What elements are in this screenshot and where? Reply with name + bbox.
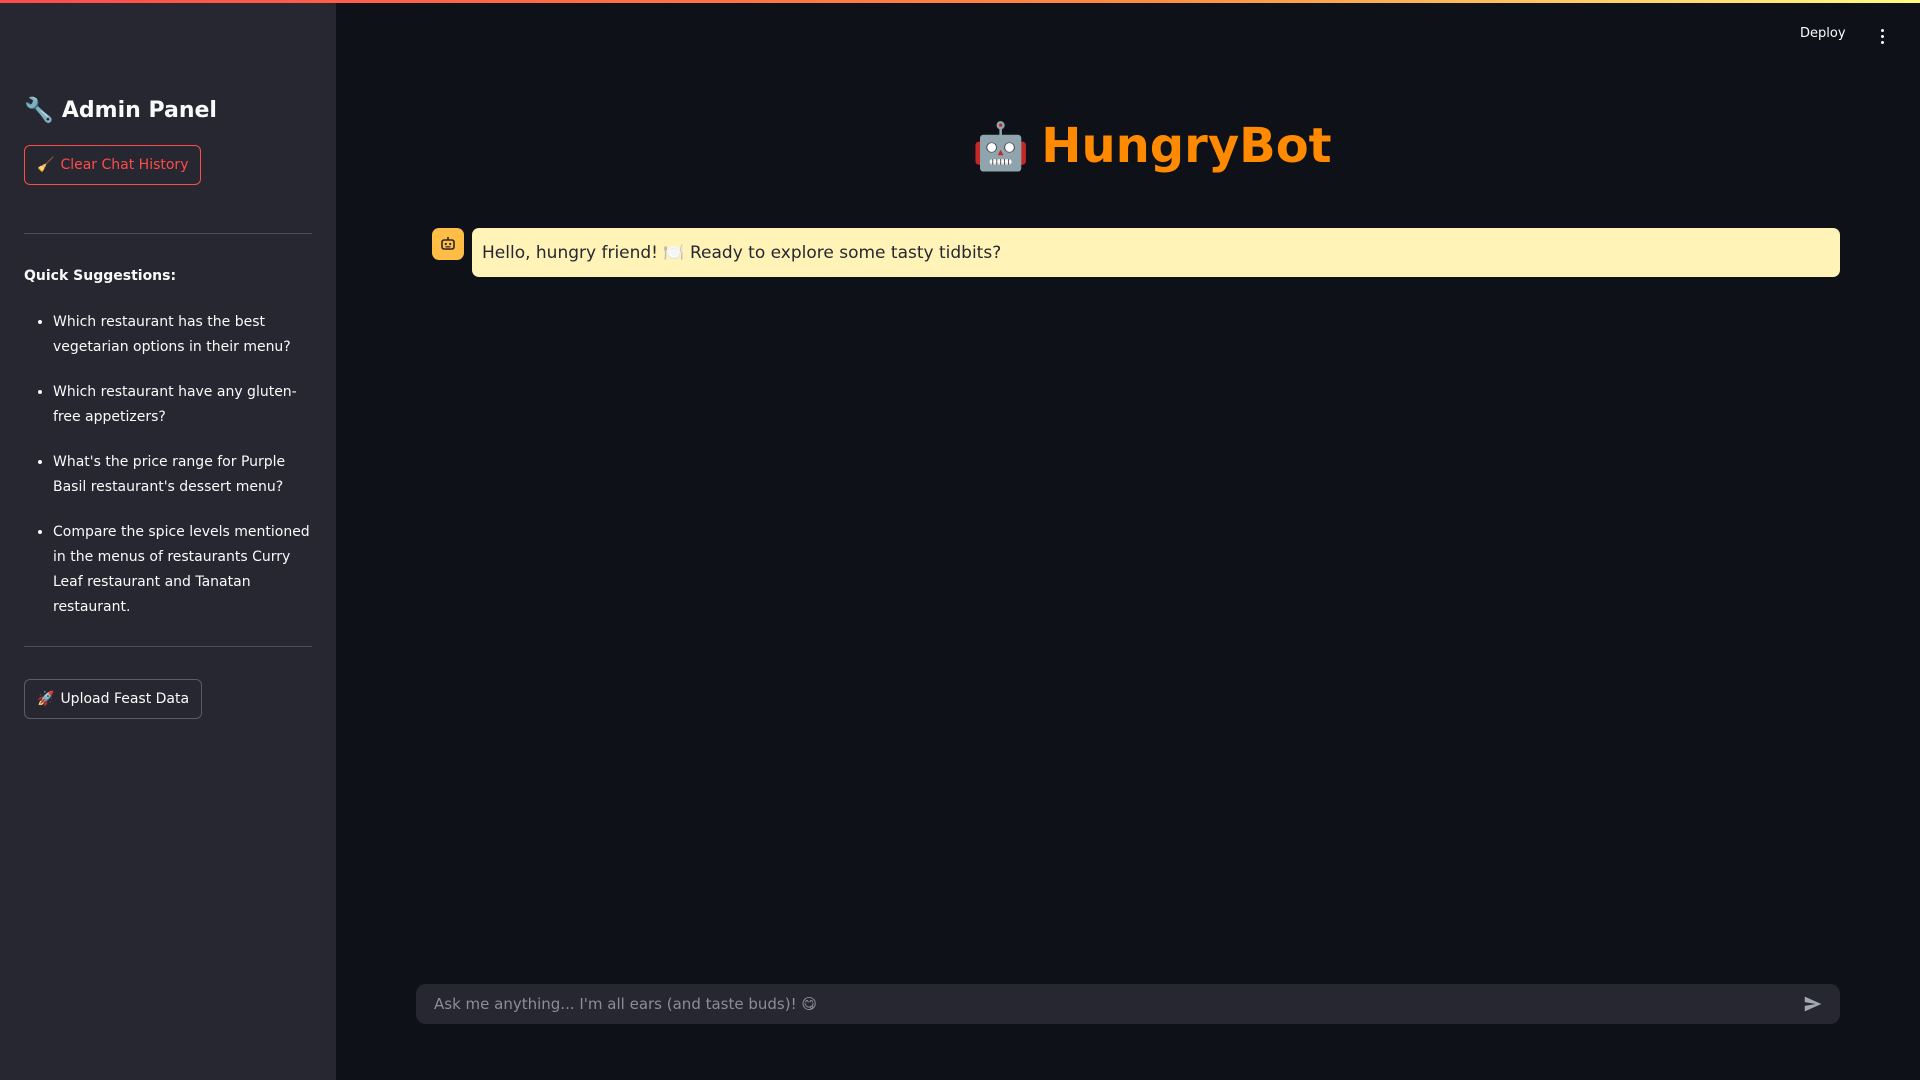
assistant-message: Hello, hungry friend! 🍽️ Ready to explor…	[472, 228, 1840, 277]
sidebar-divider	[24, 233, 312, 234]
sidebar: 🔧 Admin Panel 🧹 Clear Chat History Quick…	[0, 0, 336, 1080]
upload-feast-data-button[interactable]: 🚀 Upload Feast Data	[24, 679, 203, 719]
chat-input-container	[416, 984, 1840, 1024]
assistant-message-text: Hello, hungry friend! 🍽️ Ready to explor…	[482, 242, 1002, 263]
clear-chat-history-label: Clear Chat History	[60, 157, 189, 173]
upload-feast-data-label: Upload Feast Data	[60, 691, 190, 707]
top-decoration-bar	[0, 0, 1920, 3]
clear-chat-history-button[interactable]: 🧹 Clear Chat History	[24, 145, 202, 185]
suggestion-item: Compare the spice levels mentioned in th…	[53, 520, 316, 620]
wrench-icon: 🔧	[24, 96, 54, 124]
chat-input[interactable]	[432, 994, 1802, 1014]
sidebar-title: 🔧 Admin Panel	[24, 96, 217, 124]
quick-suggestions-heading: Quick Suggestions:	[24, 268, 177, 284]
main-menu-icon[interactable]	[1874, 24, 1890, 48]
suggestion-item: Which restaurant have any gluten-free ap…	[53, 380, 316, 430]
suggestion-item: Which restaurant has the best vegetarian…	[53, 310, 316, 360]
deploy-button[interactable]: Deploy	[1800, 26, 1846, 41]
quick-suggestions-list: Which restaurant has the best vegetarian…	[24, 310, 316, 640]
send-icon[interactable]	[1802, 993, 1824, 1015]
robot-icon: 🤖	[972, 118, 1030, 173]
assistant-avatar-icon	[432, 228, 464, 260]
broom-icon: 🧹	[37, 157, 55, 173]
rocket-icon: 🚀	[37, 691, 55, 707]
page-title: 🤖 HungryBot	[972, 118, 1332, 174]
suggestion-item: What's the price range for Purple Basil …	[53, 450, 316, 500]
sidebar-divider	[24, 646, 312, 647]
page-title-label: HungryBot	[1041, 118, 1332, 174]
sidebar-title-label: Admin Panel	[61, 97, 217, 123]
